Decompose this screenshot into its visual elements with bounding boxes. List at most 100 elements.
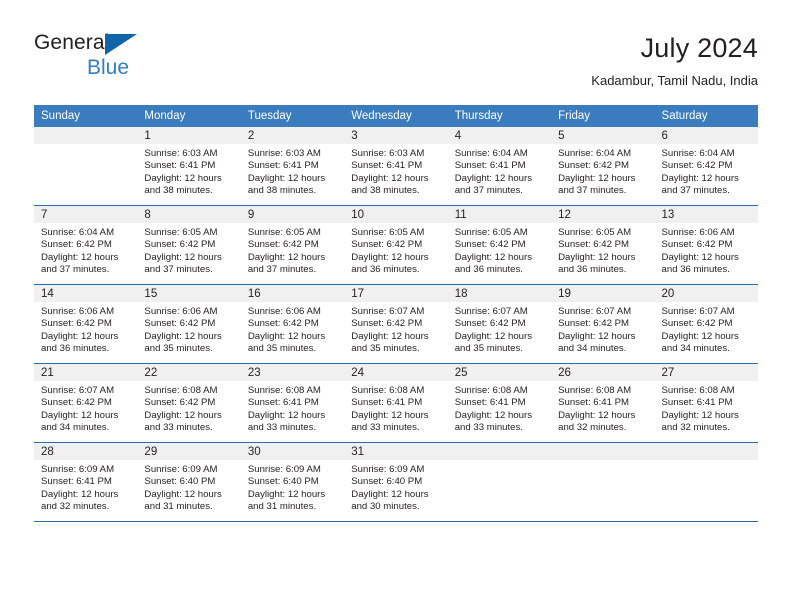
daylight-text-line2: and 36 minutes. <box>558 263 627 275</box>
daylight-text-line1: Daylight: 12 hours <box>41 251 119 263</box>
daylight-text-line1: Daylight: 12 hours <box>247 172 326 184</box>
calendar-day-cell[interactable] <box>654 442 758 522</box>
daylight-text-line1: Daylight: 12 hours <box>41 488 119 500</box>
daylight-text-line1: Daylight: 12 hours <box>558 251 636 263</box>
sunset-text: Sunset: 6:42 PM <box>454 318 526 330</box>
day-number <box>34 127 138 144</box>
calendar-day-cell[interactable]: 21 Sunrise: 6:07 AM Sunset: 6:42 PM Dayl… <box>34 363 138 443</box>
calendar-page: General Blue July 2024 Kadambur, Tamil N… <box>0 0 792 612</box>
calendar-day-cell[interactable] <box>551 442 655 522</box>
sunset-text: Sunset: 6:42 PM <box>558 318 630 330</box>
calendar-day-cell[interactable]: 16 Sunrise: 6:06 AM Sunset: 6:42 PM Dayl… <box>240 284 345 364</box>
calendar-day-cell[interactable]: 13 Sunrise: 6:06 AM Sunset: 6:42 PM Dayl… <box>654 205 758 285</box>
sunrise-text: Sunrise: 6:07 AM <box>351 306 425 317</box>
sunset-text: Sunset: 6:41 PM <box>351 160 423 172</box>
day-number <box>447 443 552 460</box>
calendar-day-cell[interactable]: 7 Sunrise: 6:04 AM Sunset: 6:42 PM Dayli… <box>34 205 138 285</box>
sunset-text: Sunset: 6:42 PM <box>144 397 216 409</box>
day-number: 9 <box>240 206 345 223</box>
calendar-day-cell[interactable]: 3 Sunrise: 6:03 AM Sunset: 6:41 PM Dayli… <box>344 127 448 206</box>
calendar-day-cell[interactable]: 25 Sunrise: 6:08 AM Sunset: 6:41 PM Dayl… <box>447 363 552 443</box>
weekday-header-sunday: Sunday <box>34 105 138 127</box>
sunrise-text: Sunrise: 6:04 AM <box>454 148 528 159</box>
calendar-day-cell[interactable] <box>447 442 552 522</box>
sunset-text: Sunset: 6:41 PM <box>247 397 319 409</box>
sunset-text: Sunset: 6:42 PM <box>41 239 112 251</box>
calendar-day-cell[interactable]: 11 Sunrise: 6:05 AM Sunset: 6:42 PM Dayl… <box>447 205 552 285</box>
daylight-text-line2: and 36 minutes. <box>351 263 420 275</box>
day-number <box>551 443 655 460</box>
sunrise-text: Sunrise: 6:04 AM <box>661 148 735 159</box>
calendar-day-cell[interactable]: 6 Sunrise: 6:04 AM Sunset: 6:42 PM Dayli… <box>654 127 758 206</box>
day-number: 6 <box>654 127 758 144</box>
calendar-day-cell[interactable]: 28 Sunrise: 6:09 AM Sunset: 6:41 PM Dayl… <box>34 442 138 522</box>
day-number <box>654 443 758 460</box>
calendar-day-cell[interactable]: 9 Sunrise: 6:05 AM Sunset: 6:42 PM Dayli… <box>240 205 345 285</box>
sunset-text: Sunset: 6:42 PM <box>351 239 423 251</box>
day-number: 16 <box>240 285 345 302</box>
daylight-text-line1: Daylight: 12 hours <box>144 488 222 500</box>
day-number: 25 <box>447 364 552 381</box>
calendar-day-cell[interactable]: 17 Sunrise: 6:07 AM Sunset: 6:42 PM Dayl… <box>344 284 448 364</box>
sunrise-text: Sunrise: 6:06 AM <box>661 227 735 238</box>
sunset-text: Sunset: 6:41 PM <box>454 160 526 172</box>
calendar-day-cell[interactable]: 1 Sunrise: 6:03 AM Sunset: 6:41 PM Dayli… <box>137 127 241 206</box>
calendar-week-row: 28 Sunrise: 6:09 AM Sunset: 6:41 PM Dayl… <box>34 442 758 522</box>
calendar-day-cell[interactable]: 24 Sunrise: 6:08 AM Sunset: 6:41 PM Dayl… <box>344 363 448 443</box>
sunset-text: Sunset: 6:40 PM <box>351 476 423 488</box>
sunset-text: Sunset: 6:41 PM <box>351 397 423 409</box>
title-block: July 2024 Kadambur, Tamil Nadu, India <box>591 30 758 90</box>
calendar-day-cell[interactable]: 22 Sunrise: 6:08 AM Sunset: 6:42 PM Dayl… <box>137 363 241 443</box>
day-number: 7 <box>34 206 138 223</box>
calendar-day-cell[interactable]: 29 Sunrise: 6:09 AM Sunset: 6:40 PM Dayl… <box>137 442 241 522</box>
sunrise-text: Sunrise: 6:03 AM <box>351 148 425 159</box>
calendar-day-cell[interactable]: 18 Sunrise: 6:07 AM Sunset: 6:42 PM Dayl… <box>447 284 552 364</box>
calendar-day-cell[interactable]: 15 Sunrise: 6:06 AM Sunset: 6:42 PM Dayl… <box>137 284 241 364</box>
calendar-day-cell[interactable]: 8 Sunrise: 6:05 AM Sunset: 6:42 PM Dayli… <box>137 205 241 285</box>
calendar-day-cell[interactable]: 2 Sunrise: 6:03 AM Sunset: 6:41 PM Dayli… <box>240 127 345 206</box>
day-number: 15 <box>137 285 241 302</box>
calendar-day-cell[interactable]: 23 Sunrise: 6:08 AM Sunset: 6:41 PM Dayl… <box>240 363 345 443</box>
general-blue-logo[interactable]: General Blue <box>34 30 164 84</box>
calendar-day-cell[interactable]: 14 Sunrise: 6:06 AM Sunset: 6:42 PM Dayl… <box>34 284 138 364</box>
daylight-text-line2: and 37 minutes. <box>454 184 523 196</box>
calendar-table: Sunday Monday Tuesday Wednesday Thursday… <box>34 105 758 522</box>
day-number: 17 <box>344 285 448 302</box>
sunrise-text: Sunrise: 6:07 AM <box>454 306 528 317</box>
calendar-day-cell[interactable]: 12 Sunrise: 6:05 AM Sunset: 6:42 PM Dayl… <box>551 205 655 285</box>
weekday-header-tuesday: Tuesday <box>240 105 345 127</box>
daylight-text-line1: Daylight: 12 hours <box>454 330 533 342</box>
sunrise-text: Sunrise: 6:06 AM <box>247 306 321 317</box>
sunset-text: Sunset: 6:42 PM <box>661 239 733 251</box>
calendar-day-cell[interactable]: 30 Sunrise: 6:09 AM Sunset: 6:40 PM Dayl… <box>240 442 345 522</box>
calendar-day-cell[interactable]: 5 Sunrise: 6:04 AM Sunset: 6:42 PM Dayli… <box>551 127 655 206</box>
calendar-day-cell[interactable] <box>34 127 138 206</box>
daylight-text-line2: and 32 minutes. <box>661 421 730 433</box>
daylight-text-line1: Daylight: 12 hours <box>247 251 326 263</box>
calendar-day-cell[interactable]: 31 Sunrise: 6:09 AM Sunset: 6:40 PM Dayl… <box>344 442 448 522</box>
daylight-text-line2: and 37 minutes. <box>558 184 627 196</box>
daylight-text-line1: Daylight: 12 hours <box>661 409 739 421</box>
daylight-text-line1: Daylight: 12 hours <box>247 409 326 421</box>
weekday-header-monday: Monday <box>137 105 241 127</box>
daylight-text-line2: and 38 minutes. <box>144 184 213 196</box>
calendar-day-cell[interactable]: 10 Sunrise: 6:05 AM Sunset: 6:42 PM Dayl… <box>344 205 448 285</box>
daylight-text-line1: Daylight: 12 hours <box>144 251 222 263</box>
day-number: 20 <box>654 285 758 302</box>
daylight-text-line2: and 34 minutes. <box>41 421 110 433</box>
daylight-text-line1: Daylight: 12 hours <box>41 409 119 421</box>
calendar-day-cell[interactable]: 27 Sunrise: 6:08 AM Sunset: 6:41 PM Dayl… <box>654 363 758 443</box>
calendar-day-cell[interactable]: 26 Sunrise: 6:08 AM Sunset: 6:41 PM Dayl… <box>551 363 655 443</box>
sunset-text: Sunset: 6:41 PM <box>144 160 216 172</box>
daylight-text-line2: and 36 minutes. <box>661 263 730 275</box>
sunset-text: Sunset: 6:41 PM <box>454 397 526 409</box>
sunset-text: Sunset: 6:42 PM <box>247 318 319 330</box>
calendar-day-cell[interactable]: 4 Sunrise: 6:04 AM Sunset: 6:41 PM Dayli… <box>447 127 552 206</box>
sunrise-text: Sunrise: 6:06 AM <box>41 306 115 317</box>
calendar-day-cell[interactable]: 20 Sunrise: 6:07 AM Sunset: 6:42 PM Dayl… <box>654 284 758 364</box>
sunrise-text: Sunrise: 6:08 AM <box>661 385 735 396</box>
day-number: 26 <box>551 364 655 381</box>
calendar-day-cell[interactable]: 19 Sunrise: 6:07 AM Sunset: 6:42 PM Dayl… <box>551 284 655 364</box>
daylight-text-line1: Daylight: 12 hours <box>661 172 739 184</box>
calendar-week-row: 21 Sunrise: 6:07 AM Sunset: 6:42 PM Dayl… <box>34 363 758 443</box>
